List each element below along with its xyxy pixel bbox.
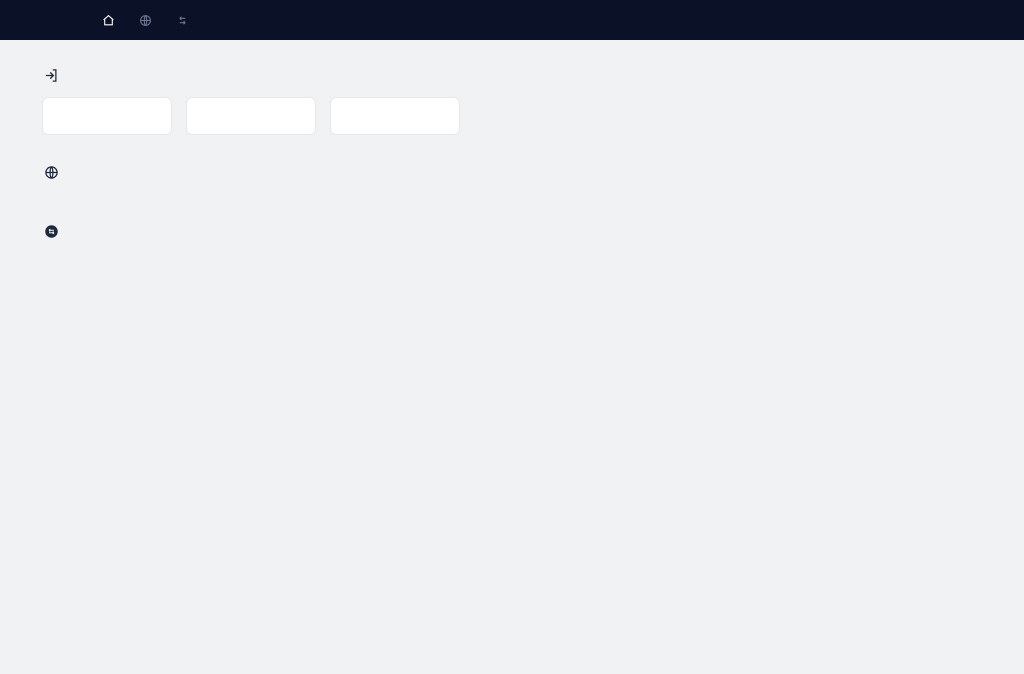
tcp-section — [42, 224, 982, 253]
entrypoints-row — [42, 97, 982, 135]
login-icon — [44, 68, 59, 83]
globe-icon — [139, 14, 152, 27]
home-icon — [102, 14, 115, 27]
http-heading — [44, 165, 982, 180]
entrypoints-section — [42, 68, 982, 135]
nav-http[interactable] — [139, 14, 158, 27]
nav — [102, 14, 195, 27]
topbar — [0, 0, 1024, 40]
swap-icon — [44, 224, 59, 239]
swap-icon — [176, 14, 189, 27]
nav-dashboard[interactable] — [102, 14, 121, 27]
nav-tcp[interactable] — [176, 14, 195, 27]
entrypoints-heading — [44, 68, 982, 83]
page — [42, 40, 982, 323]
tcp-heading — [44, 224, 982, 239]
entrypoint-card — [330, 97, 460, 135]
globe-icon — [44, 165, 59, 180]
entrypoint-card — [186, 97, 316, 135]
http-section — [42, 165, 982, 194]
entrypoint-card — [42, 97, 172, 135]
